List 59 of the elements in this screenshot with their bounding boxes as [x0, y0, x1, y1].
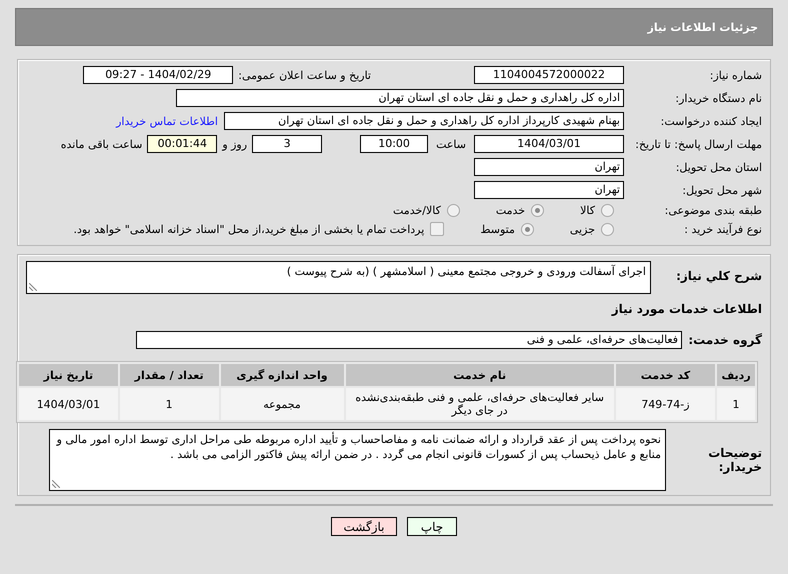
- notes-field[interactable]: نحوه پرداخت پس از عقد قرارداد و ارائه ضمانت نامه و مفاصاحساب و تأیید اداره مربوطه طی مراحل اداری توسط اداره امور مالی و منابع و عامل ذیحساب پس از کسورات قانونی انجام می گردد . در ضمن ارائه پیش فاکتور الزامی می باشد .: [49, 429, 666, 491]
- print-button[interactable]: چاپ: [407, 517, 457, 536]
- column-header: تاریخ نیاز: [19, 364, 118, 386]
- table-cell: 1404/03/01: [19, 388, 118, 420]
- input-field[interactable]: 1404/02/29 - 09:27: [83, 66, 234, 84]
- table-cell: سایر فعالیت‌های حرفه‌ای، علمی و فنی طبقه‌بندی‌نشده در جای دیگر: [346, 388, 614, 420]
- field-label: شرح کلي نياز:: [675, 269, 762, 283]
- column-header: کد خدمت: [616, 364, 716, 386]
- input-field[interactable]: فعالیت‌های حرفه‌ای، علمی و فنی: [136, 331, 682, 349]
- field-label: ایجاد کننده درخواست:: [660, 114, 762, 128]
- table-cell: 1: [120, 388, 219, 420]
- countdown-field[interactable]: 00:01:44: [147, 135, 218, 153]
- input-field[interactable]: تهران: [474, 158, 624, 176]
- input-field[interactable]: 10:00: [360, 135, 428, 153]
- input-field[interactable]: 1104004572000022: [474, 66, 624, 84]
- input-field[interactable]: بهنام شهیدی کارپرداز اداره کل راهداری و حمل و نقل جاده ای استان تهران: [224, 112, 624, 130]
- radio-button[interactable]: [446, 204, 460, 217]
- field-label: استان محل تحویل:: [674, 160, 762, 174]
- input-field[interactable]: تهران: [474, 181, 624, 199]
- input-field[interactable]: 1404/03/01: [474, 135, 624, 153]
- back-button[interactable]: بازگشت: [331, 517, 397, 536]
- option-label: خدمت: [496, 204, 526, 217]
- option-label: کالا: [580, 204, 595, 217]
- option-label: کالا/خدمت: [393, 204, 441, 217]
- table-cell: ز-74-749: [616, 388, 716, 420]
- option-label: جزیی: [570, 222, 595, 236]
- field-label: ساعت باقی مانده: [60, 138, 142, 150]
- field-label: شماره نیاز:: [708, 68, 762, 82]
- page-header: جزئیات اطلاعات نیاز: [15, 8, 773, 46]
- table-cell: 1: [717, 388, 755, 420]
- contact-link[interactable]: اطلاعات تماس خریدار: [116, 114, 218, 128]
- option-label: متوسط: [480, 222, 515, 236]
- table-cell: مجموعه: [220, 388, 344, 420]
- column-header: واحد اندازه گیری: [220, 364, 344, 386]
- field-label: توضیحات خریدار:: [707, 446, 762, 474]
- radio-button[interactable]: [601, 222, 614, 236]
- resize-grip-icon[interactable]: [52, 480, 60, 488]
- checkbox[interactable]: [430, 222, 444, 236]
- field-label: نام دستگاه خریدار:: [674, 92, 762, 104]
- section-heading: اطلاعات خدمات مورد نیاز: [612, 302, 762, 316]
- radio-button[interactable]: [520, 222, 534, 236]
- description-field[interactable]: اجرای آسفالت ورودی و خروجی مجتمع معینی ( اسلامشهر ) (به شرح پیوست ): [26, 261, 651, 294]
- field-label: روز و: [222, 138, 248, 150]
- column-header: تعداد / مقدار: [120, 364, 219, 386]
- input-field[interactable]: اداره کل راهداری و حمل و نقل جاده ای استان تهران: [176, 89, 624, 107]
- field-label: طبقه بندی موضوعی:: [664, 204, 762, 217]
- column-header: ردیف: [717, 364, 755, 386]
- field-label: نوع فرآیند خرید :: [683, 222, 762, 236]
- option-label: پرداخت تمام یا بخشی از مبلغ خرید،از محل "اسناد خزانه اسلامی" خواهد بود.: [74, 222, 424, 236]
- field-label: مهلت ارسال پاسخ: تا تاریخ:: [634, 138, 762, 150]
- field-label: شهر محل تحویل:: [681, 184, 762, 196]
- column-header: نام خدمت: [346, 364, 614, 386]
- resize-grip-icon[interactable]: [29, 283, 37, 291]
- radio-button[interactable]: [531, 204, 544, 217]
- field-label: تاریخ و ساعت اعلان عمومی:: [238, 68, 371, 82]
- radio-button[interactable]: [601, 204, 614, 217]
- input-field[interactable]: 3: [252, 135, 322, 153]
- field-label: گروه خدمت:: [687, 333, 762, 347]
- field-label: ساعت: [436, 138, 466, 150]
